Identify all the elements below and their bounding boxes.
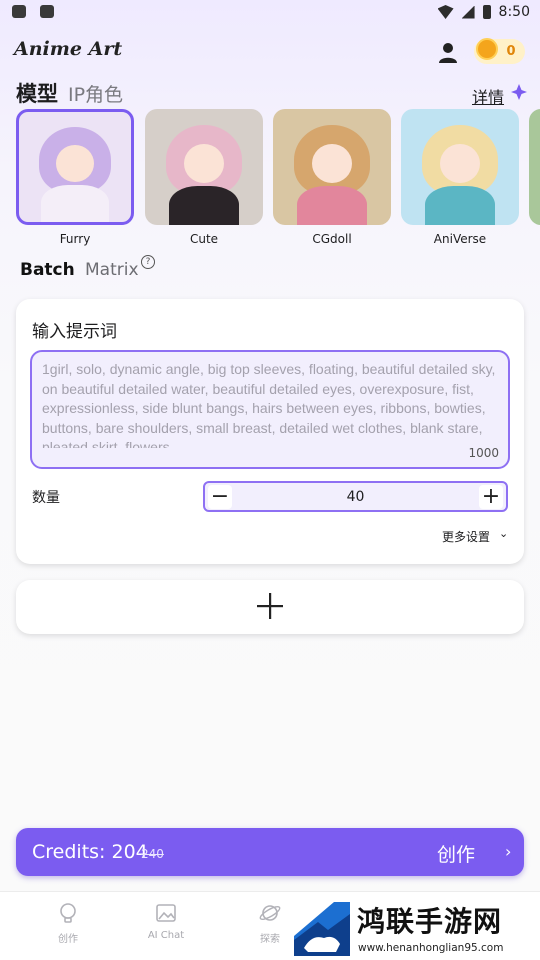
old-credits: 240: [141, 847, 164, 861]
watermark-logo-icon: [294, 902, 350, 956]
quantity-label: 数量: [32, 490, 60, 506]
nav-item-ai-chat[interactable]: AI Chat: [126, 902, 206, 941]
chevron-down-icon[interactable]: ⌄: [499, 527, 508, 540]
more-settings-button[interactable]: 更多设置: [442, 528, 490, 545]
prompt-card: 输入提示词 1girl, solo, dynamic angle, big to…: [16, 299, 524, 564]
cellular-icon: [461, 5, 475, 19]
tab-matrix[interactable]: Matrix: [85, 260, 139, 280]
model-card-aniverse[interactable]: AniVerse: [401, 109, 519, 246]
image-chat-icon: [156, 904, 176, 922]
sparkle-icon[interactable]: [509, 82, 529, 102]
char-limit: 1000: [468, 446, 499, 460]
nav-label: AI Chat: [147, 930, 185, 941]
prompt-card-title: 输入提示词: [32, 322, 117, 342]
clock: 8:50: [498, 4, 530, 20]
create-label: 创作: [437, 844, 476, 866]
tab-ip-character[interactable]: IP角色: [68, 80, 123, 107]
wechat-icon: [12, 5, 26, 18]
quantity-value[interactable]: 40: [245, 489, 466, 505]
bulb-icon: [60, 903, 76, 923]
decrement-button[interactable]: −: [208, 485, 232, 509]
app-title: Anime Art: [14, 38, 123, 60]
nav-label: 创作: [58, 934, 78, 945]
model-thumbnail[interactable]: [16, 109, 134, 225]
model-card-furry[interactable]: Furry: [16, 109, 134, 246]
coin-icon: [476, 38, 498, 60]
model-carousel[interactable]: Furry Cute CGdoll AniVerse: [16, 109, 540, 249]
quantity-stepper[interactable]: − 40 +: [203, 481, 508, 512]
model-label: AniVerse: [433, 232, 487, 246]
model-thumbnail[interactable]: [273, 109, 391, 225]
wifi-icon: [437, 5, 454, 19]
watermark-name: 鸿联手游网: [357, 905, 503, 938]
plus-icon: [257, 593, 283, 619]
prompt-placeholder[interactable]: 1girl, solo, dynamic angle, big top slee…: [42, 360, 498, 448]
tab-model[interactable]: 模型: [16, 78, 58, 108]
model-thumbnail[interactable]: [145, 109, 263, 225]
coin-count: 0: [506, 44, 516, 59]
nav-item-create[interactable]: 创作: [28, 902, 108, 945]
user-icon[interactable]: [436, 40, 460, 64]
system-status: 8:50: [437, 4, 530, 20]
help-icon[interactable]: ?: [141, 255, 155, 269]
model-label: CGdoll: [312, 232, 352, 246]
model-thumbnail[interactable]: [401, 109, 519, 225]
planet-icon: [259, 905, 281, 921]
model-card-partial[interactable]: [529, 109, 540, 225]
model-card-cgdoll[interactable]: CGdoll: [273, 109, 391, 246]
detail-link[interactable]: 详情: [472, 84, 504, 108]
status-bar: 8:50: [0, 0, 540, 26]
prompt-input[interactable]: 1girl, solo, dynamic angle, big top slee…: [30, 350, 510, 469]
tab-batch[interactable]: Batch: [20, 260, 75, 280]
site-watermark: 鸿联手游网 www.henanhonglian95.com: [292, 897, 540, 960]
watermark-url: www.henanhonglian95.com: [358, 942, 504, 954]
model-card-cute[interactable]: Cute: [145, 109, 263, 246]
battery-icon: [482, 5, 491, 19]
credits-text: Credits: 204: [32, 841, 148, 863]
chevron-right-icon: ›: [505, 842, 512, 861]
model-label: Furry: [59, 232, 91, 246]
notification-icons: [12, 5, 54, 18]
model-label: Cute: [189, 232, 219, 246]
add-prompt-button[interactable]: [16, 580, 524, 634]
create-button[interactable]: Credits: 204 240 创作 ›: [16, 828, 524, 876]
increment-button[interactable]: +: [479, 485, 503, 509]
model-thumbnail[interactable]: [529, 109, 540, 225]
app-notification-icon: [40, 5, 54, 18]
